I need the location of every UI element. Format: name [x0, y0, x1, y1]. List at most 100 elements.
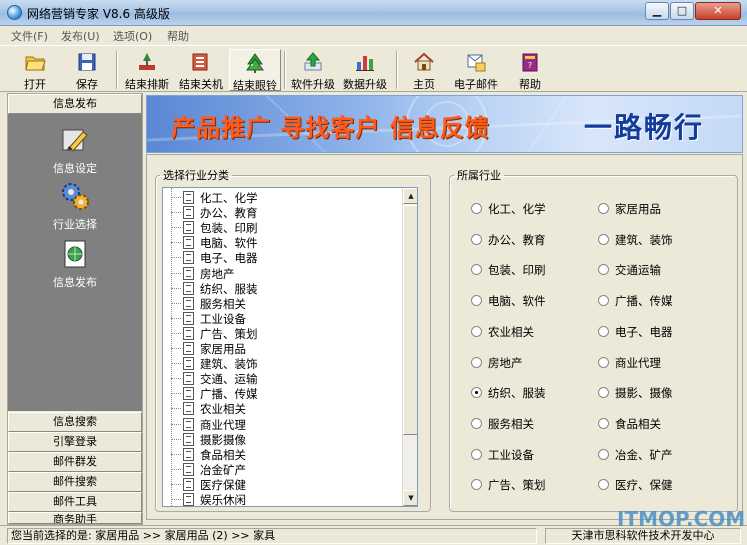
radio-label: 摄影、摄像 — [615, 386, 673, 401]
document-icon — [183, 493, 194, 506]
status-selection: 您当前选择的是: 家居用品 >> 家居用品 (2) >> 家具 — [7, 528, 537, 544]
industry-tree[interactable]: 化工、化学 办公、教育 包装、印刷 电脑、软件 电子、电器 房地产 纺织、服装 服务相关 工业设… — [162, 187, 418, 507]
tree-item-label: 家居用品 — [200, 342, 246, 356]
tree-item[interactable]: 电子、电器 — [163, 250, 403, 265]
radio-dot — [471, 448, 482, 460]
tree-guide — [171, 483, 181, 485]
stop-sort-icon — [139, 53, 155, 70]
nav-tool-panel: 信息设定 行业选择 信息发布 — [8, 114, 142, 411]
open-button[interactable]: 打开 — [12, 49, 58, 91]
tree-item-label: 农业相关 — [200, 402, 246, 417]
tree-item[interactable]: 商业代理 — [163, 417, 403, 432]
nav-industry-select[interactable]: 行业选择 — [8, 180, 142, 232]
tree-guide — [171, 378, 181, 380]
tree-item-label: 广播、传媒 — [200, 387, 258, 402]
tree-item[interactable]: 交通、运输 — [163, 371, 403, 386]
menu-file[interactable]: 文件(F) — [11, 28, 48, 44]
tree-item-label: 广告、策划 — [200, 326, 258, 341]
radio-label: 纺织、服装 — [488, 386, 546, 401]
tree-item[interactable]: 医疗保健 — [163, 477, 403, 492]
alarm-button[interactable]: 结束眼铃 — [229, 49, 281, 92]
tree-item[interactable]: 化工、化学 — [163, 190, 403, 205]
gears-icon — [62, 183, 89, 210]
document-icon — [183, 251, 194, 265]
radio-label: 电子、电器 — [615, 324, 673, 339]
tree-item-label: 包装、印刷 — [200, 221, 258, 236]
tree-item[interactable]: 纺织、服装 — [163, 281, 403, 296]
tree-item[interactable]: 服务相关 — [163, 296, 403, 311]
help-book-icon: ? — [522, 53, 538, 72]
tree-item[interactable]: 冶金矿产 — [163, 462, 403, 477]
title-bar: 网络营销专家 V8.6 高级版 ▁ □ ✕ — [0, 0, 747, 26]
maximize-button[interactable]: □ — [670, 2, 694, 20]
document-icon — [183, 417, 194, 431]
tree-item[interactable]: 建筑、装饰 — [163, 356, 403, 371]
document-icon — [183, 342, 194, 355]
home-button[interactable]: 主页 — [402, 49, 446, 91]
tree-item[interactable]: 娱乐休闲 — [163, 492, 403, 506]
shutdown-button[interactable]: 结束关机 — [175, 49, 227, 91]
stop-sort-button[interactable]: 结束排斯 — [121, 49, 173, 91]
software-upgrade-button[interactable]: 软件升级 — [288, 49, 338, 91]
tree-guide — [171, 332, 181, 334]
tree-item[interactable]: 办公、教育 — [163, 205, 403, 220]
tree-item-label: 工业设备 — [200, 311, 246, 326]
nav-mass-mail[interactable]: 邮件群发 — [8, 452, 142, 472]
main-panel: 选择行业分类 化工、化学 办公、教育 包装、印刷 电脑、软件 电子、电器 房地产 纺织、服装… — [146, 154, 743, 520]
watermark: ITMOP.COM — [617, 507, 746, 531]
document-icon — [183, 372, 194, 386]
shutdown-icon — [192, 53, 208, 71]
toolbar-separator — [116, 51, 118, 89]
nav-info-settings[interactable]: 信息设定 — [8, 124, 142, 176]
menu-publish[interactable]: 发布(U) — [61, 28, 100, 44]
tree-item[interactable]: 包装、印刷 — [163, 220, 403, 235]
tree-item[interactable]: 房地产 — [163, 266, 403, 281]
data-upgrade-button[interactable]: 数据升级 — [340, 49, 390, 91]
toolbar-separator — [396, 51, 398, 89]
email-button[interactable]: 电子邮件 — [450, 49, 502, 91]
nav-mail-search[interactable]: 邮件搜索 — [8, 472, 142, 492]
minimize-button[interactable]: ▁ — [645, 2, 669, 20]
floppy-disk-icon — [78, 53, 96, 71]
tree-guide — [171, 499, 181, 500]
tree-item[interactable]: 摄影摄像 — [163, 432, 403, 447]
scroll-thumb[interactable] — [403, 205, 417, 435]
tree-item-label: 摄影摄像 — [200, 432, 246, 447]
tree-guide — [171, 317, 181, 319]
radio-dot — [598, 233, 609, 245]
tree-item[interactable]: 家居用品 — [163, 341, 403, 356]
menu-options[interactable]: 选项(O) — [113, 28, 152, 44]
nav-mail-tools[interactable]: 邮件工具 — [8, 492, 142, 512]
nav-business-assistant[interactable]: 商务助手 — [8, 512, 142, 524]
nav-engine-login[interactable]: 引擎登录 — [8, 432, 142, 452]
tree-item-label: 食品相关 — [200, 447, 246, 462]
upgrade-arrow-icon — [304, 52, 322, 71]
close-button[interactable]: ✕ — [695, 2, 741, 20]
tree-item[interactable]: 农业相关 — [163, 401, 403, 416]
tree-item-label: 服务相关 — [200, 296, 246, 311]
document-icon — [183, 236, 194, 250]
nav-info-publish[interactable]: 信息发布 — [8, 238, 142, 290]
help-button[interactable]: ? 帮助 — [508, 49, 552, 91]
scroll-down-arrow[interactable]: ▼ — [403, 490, 417, 506]
svg-text:?: ? — [528, 61, 532, 70]
tree-guide — [171, 363, 181, 365]
tree-item-label: 交通、运输 — [200, 372, 258, 387]
tree-item[interactable]: 电脑、软件 — [163, 235, 403, 250]
window-title: 网络营销专家 V8.6 高级版 — [27, 7, 170, 21]
nav-info-search[interactable]: 信息搜索 — [8, 412, 142, 432]
radio-label: 交通运输 — [615, 263, 661, 278]
radio-label: 食品相关 — [615, 416, 661, 431]
tree-item[interactable]: 工业设备 — [163, 311, 403, 326]
menu-help[interactable]: 帮助 — [167, 28, 189, 44]
banner-slogan: 一路畅行 — [584, 111, 705, 144]
radio-label: 家居用品 — [615, 202, 661, 216]
tree-item[interactable]: 广告、策划 — [163, 326, 403, 341]
tree-item[interactable]: 广播、传媒 — [163, 386, 403, 401]
tree-item[interactable]: 食品相关 — [163, 447, 403, 462]
nav-header-info-publish[interactable]: 信息发布 — [8, 94, 142, 114]
save-button[interactable]: 保存 — [64, 49, 110, 91]
tree-scrollbar[interactable]: ▲ ▼ — [402, 188, 417, 506]
scroll-up-arrow[interactable]: ▲ — [403, 188, 417, 204]
radio-dot — [471, 203, 482, 214]
